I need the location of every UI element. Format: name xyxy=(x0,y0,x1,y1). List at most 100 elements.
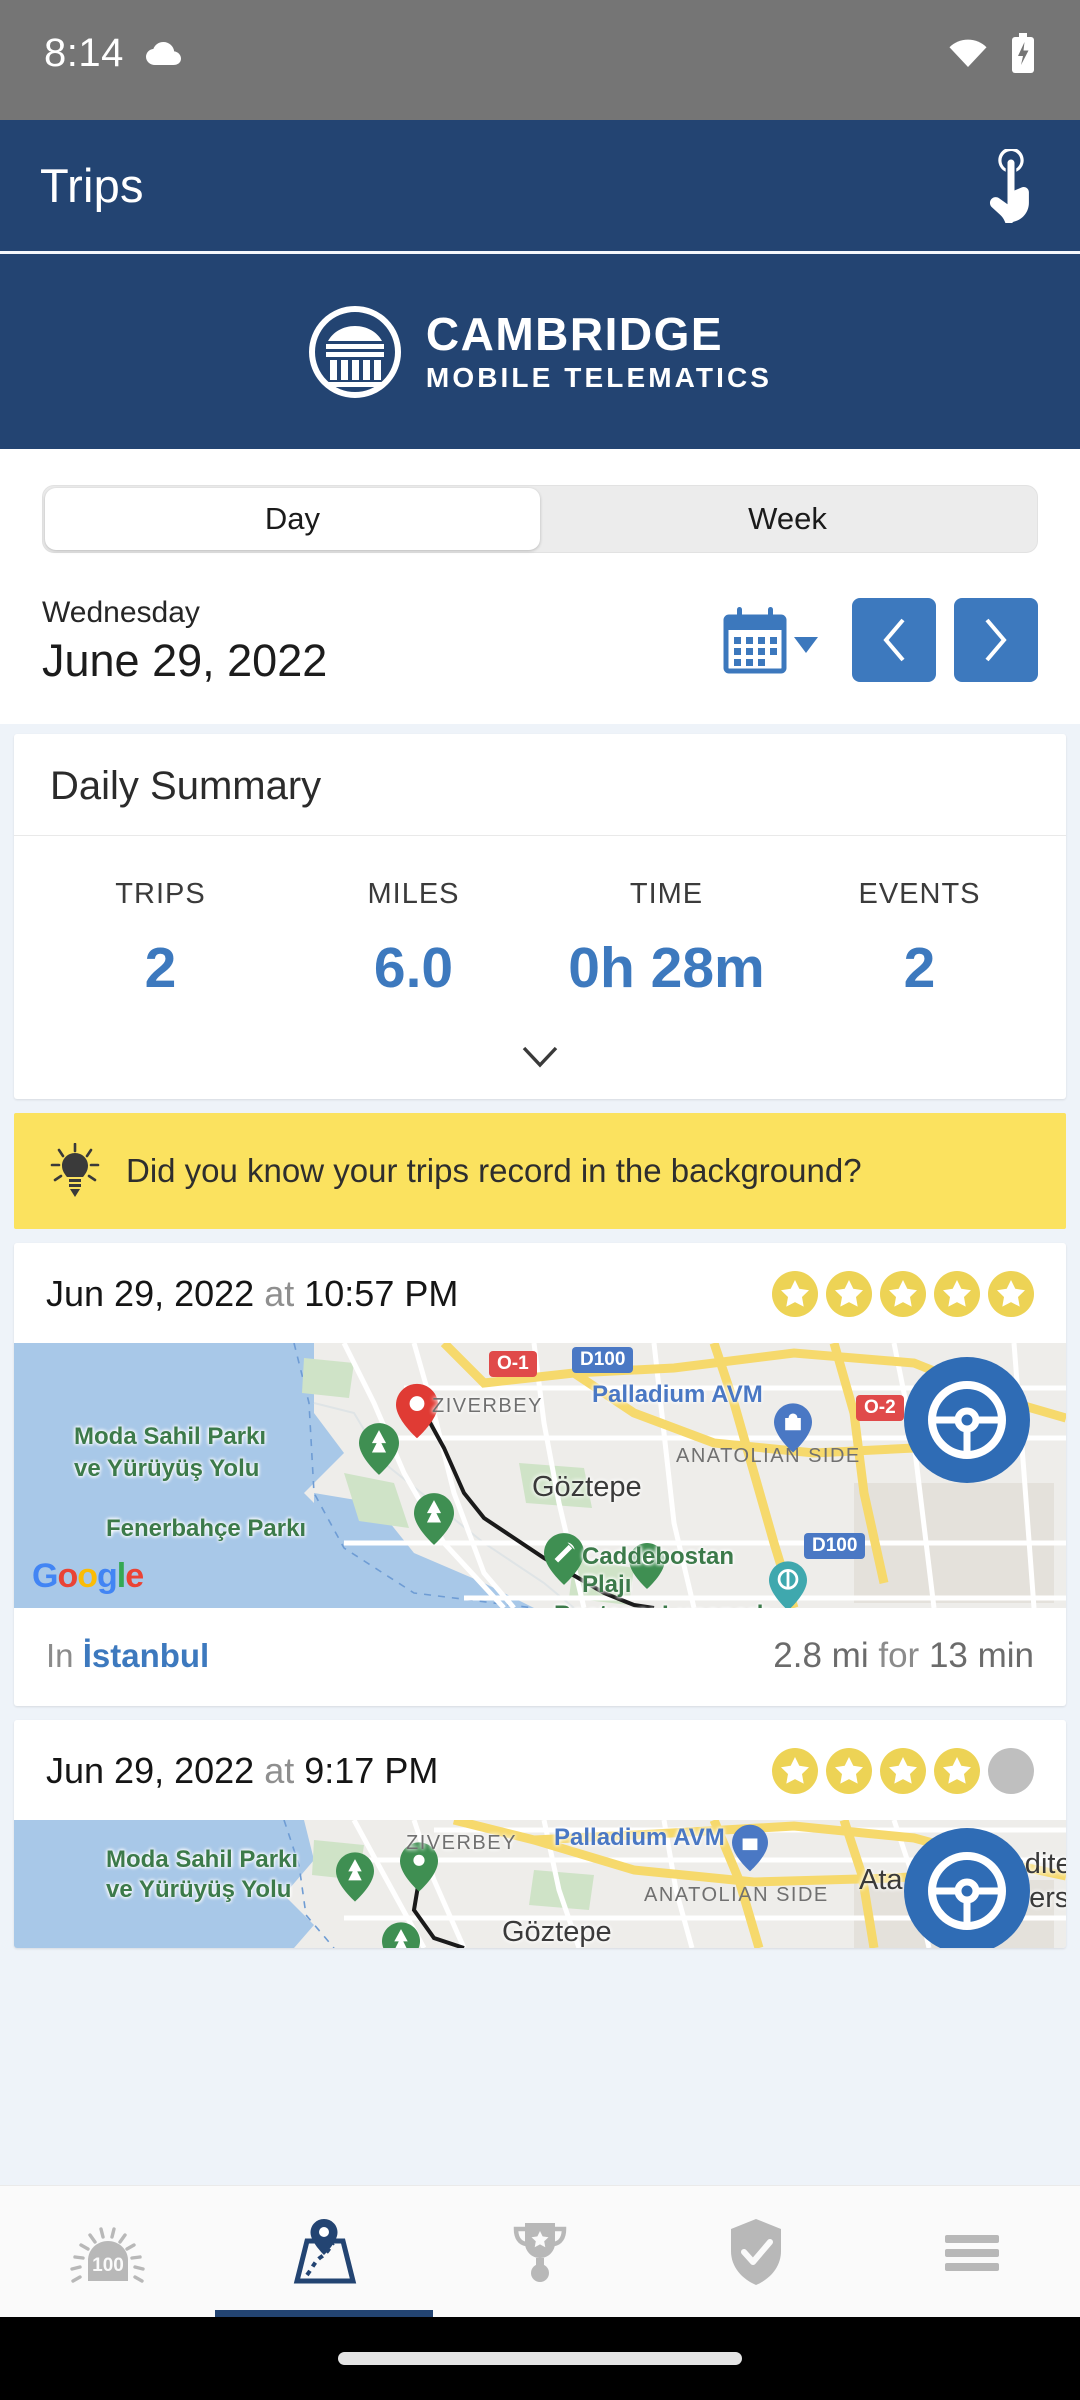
controls-panel: Day Week Wednesday June 29, 2022 xyxy=(0,449,1080,724)
trip-distance-duration: 2.8 mi for 13 min xyxy=(773,1636,1034,1676)
summary-stats: TRIPS 2 MILES 6.0 TIME 0h 28m EVENTS 2 xyxy=(14,836,1066,1027)
trip-rating xyxy=(772,1747,1034,1794)
trip-header: Jun 29, 2022 at 9:17 PM xyxy=(14,1720,1066,1820)
park-pin-icon xyxy=(382,1922,420,1948)
star-filled-icon xyxy=(826,1270,872,1317)
brand-line-2: MOBILE TELEMATICS xyxy=(425,362,773,393)
trips-map-icon xyxy=(293,2218,357,2283)
star-empty-icon xyxy=(988,1747,1034,1794)
trip-footer: In İstanbul 2.8 mi for 13 min xyxy=(14,1608,1066,1706)
stat-value: 6.0 xyxy=(373,935,454,1000)
park-pin-icon xyxy=(414,1492,454,1545)
trip-time: 10:57 PM xyxy=(304,1272,459,1314)
scroll-content[interactable]: Daily Summary TRIPS 2 MILES 6.0 TIME 0h … xyxy=(0,723,1080,1948)
status-bar-left: 8:14 xyxy=(44,31,184,76)
trip-date: Jun 29, 2022 xyxy=(46,1749,255,1791)
calendar-icon[interactable] xyxy=(722,605,788,675)
trip-timestamp: Jun 29, 2022 at 10:57 PM xyxy=(46,1273,458,1315)
trip-location: In İstanbul xyxy=(46,1637,209,1675)
stat-events: EVENTS 2 xyxy=(793,878,1046,1001)
highway-shield-o2: O-2 xyxy=(856,1394,904,1421)
highway-shield-d100: D100 xyxy=(804,1532,866,1559)
trip-at-label: at xyxy=(264,1749,295,1791)
brand-banner: CAMBRIDGE MOBILE TELEMATICS xyxy=(0,254,1080,449)
trip-card[interactable]: Jun 29, 2022 at 9:17 PM Moda Sahil Parkı… xyxy=(14,1719,1066,1948)
trip-header: Jun 29, 2022 at 10:57 PM xyxy=(14,1243,1066,1343)
steering-wheel-icon xyxy=(928,1851,1006,1930)
in-label: In xyxy=(46,1636,74,1674)
daily-summary-title: Daily Summary xyxy=(14,734,1066,836)
steering-wheel-icon xyxy=(928,1380,1006,1459)
trip-city[interactable]: İstanbul xyxy=(83,1637,210,1674)
gesture-pill[interactable] xyxy=(338,2352,742,2365)
star-filled-icon xyxy=(988,1270,1034,1317)
star-filled-icon xyxy=(772,1747,818,1794)
google-attribution: Google xyxy=(32,1556,144,1595)
chevron-right-icon[interactable] xyxy=(983,617,1009,663)
park-pin-icon xyxy=(336,1852,374,1902)
star-filled-icon xyxy=(772,1270,818,1317)
tap-hand-icon[interactable] xyxy=(978,148,1040,223)
range-toggle[interactable]: Day Week xyxy=(42,485,1038,553)
highway-shield-o1: O-1 xyxy=(489,1350,537,1377)
mall-pin-icon xyxy=(732,1824,768,1872)
status-bar-right xyxy=(948,33,1036,73)
stat-value: 2 xyxy=(144,935,177,1000)
stat-miles: MILES 6.0 xyxy=(287,878,540,1001)
driver-role-badge[interactable] xyxy=(904,1827,1030,1948)
bottom-navigation[interactable]: 100 xyxy=(0,2185,1080,2317)
system-gesture-bar xyxy=(0,2317,1080,2400)
trip-rating xyxy=(772,1270,1034,1317)
tab-week[interactable]: Week xyxy=(540,488,1035,550)
nav-item-rewards[interactable] xyxy=(432,2186,648,2317)
hamburger-menu-icon xyxy=(945,2234,999,2271)
stat-label: EVENTS xyxy=(858,877,981,910)
trip-map[interactable]: O-1 D100 O-2 D100 Moda Sahil Parkı ve Yü… xyxy=(14,1342,1066,1608)
beach-pin-icon xyxy=(544,1532,584,1585)
current-date: Wednesday June 29, 2022 xyxy=(42,597,327,684)
expand-summary-button[interactable] xyxy=(14,1027,1066,1099)
cmt-pillar-logo-icon xyxy=(308,305,401,398)
trip-card[interactable]: Jun 29, 2022 at 10:57 PM O-1 D100 O-2 D1… xyxy=(14,1242,1066,1706)
for-label: for xyxy=(878,1635,920,1675)
svg-text:100: 100 xyxy=(92,2255,124,2276)
chevron-down-icon[interactable] xyxy=(520,1045,560,1069)
star-filled-icon xyxy=(934,1270,980,1317)
nav-item-more[interactable] xyxy=(864,2186,1080,2317)
trip-map[interactable]: Moda Sahil Parkı ve Yürüyüş Yolu ZIVERBE… xyxy=(14,1819,1066,1948)
stat-value: 2 xyxy=(903,935,936,1000)
nav-item-score[interactable]: 100 xyxy=(0,2186,216,2317)
app-bar: Trips xyxy=(0,120,1080,254)
date-nav: Wednesday June 29, 2022 xyxy=(0,553,1080,724)
driver-role-badge[interactable] xyxy=(904,1356,1030,1483)
weekday-label: Wednesday xyxy=(42,596,200,629)
app-screen: 8:14 Trips CAMBRIDGE MOBILE TELEMATICS D… xyxy=(0,0,1080,2400)
date-nav-controls xyxy=(722,598,1038,683)
daily-summary-card: Daily Summary TRIPS 2 MILES 6.0 TIME 0h … xyxy=(14,733,1066,1099)
trip-time: 9:17 PM xyxy=(304,1749,439,1791)
brand-wordmark: CAMBRIDGE MOBILE TELEMATICS xyxy=(426,311,772,392)
trip-timestamp: Jun 29, 2022 at 9:17 PM xyxy=(46,1750,438,1792)
calendar-dropdown-caret-icon[interactable] xyxy=(794,637,818,654)
previous-day-button[interactable] xyxy=(852,598,936,683)
nav-item-trips[interactable] xyxy=(216,2186,432,2317)
tip-text: Did you know your trips record in the ba… xyxy=(126,1151,862,1189)
status-bar: 8:14 xyxy=(0,0,1080,120)
mall-pin-icon xyxy=(774,1403,812,1453)
trip-at-label: at xyxy=(264,1272,295,1314)
tip-banner[interactable]: Did you know your trips record in the ba… xyxy=(14,1112,1066,1229)
stat-label: TIME xyxy=(629,877,704,910)
chevron-left-icon[interactable] xyxy=(881,617,907,663)
place-pin-icon xyxy=(629,1542,665,1589)
lightbulb-icon xyxy=(50,1142,100,1197)
highway-shield-d100: D100 xyxy=(572,1346,634,1373)
date-label: June 29, 2022 xyxy=(42,634,328,686)
stat-label: MILES xyxy=(367,877,460,910)
trip-duration: 13 min xyxy=(928,1635,1034,1675)
next-day-button[interactable] xyxy=(954,598,1038,683)
nav-item-safety[interactable] xyxy=(648,2186,864,2317)
tab-day[interactable]: Day xyxy=(45,488,540,550)
map-canvas xyxy=(14,1342,1066,1608)
calendar-picker-button[interactable] xyxy=(722,605,818,675)
battery-charging-icon xyxy=(1012,33,1034,73)
